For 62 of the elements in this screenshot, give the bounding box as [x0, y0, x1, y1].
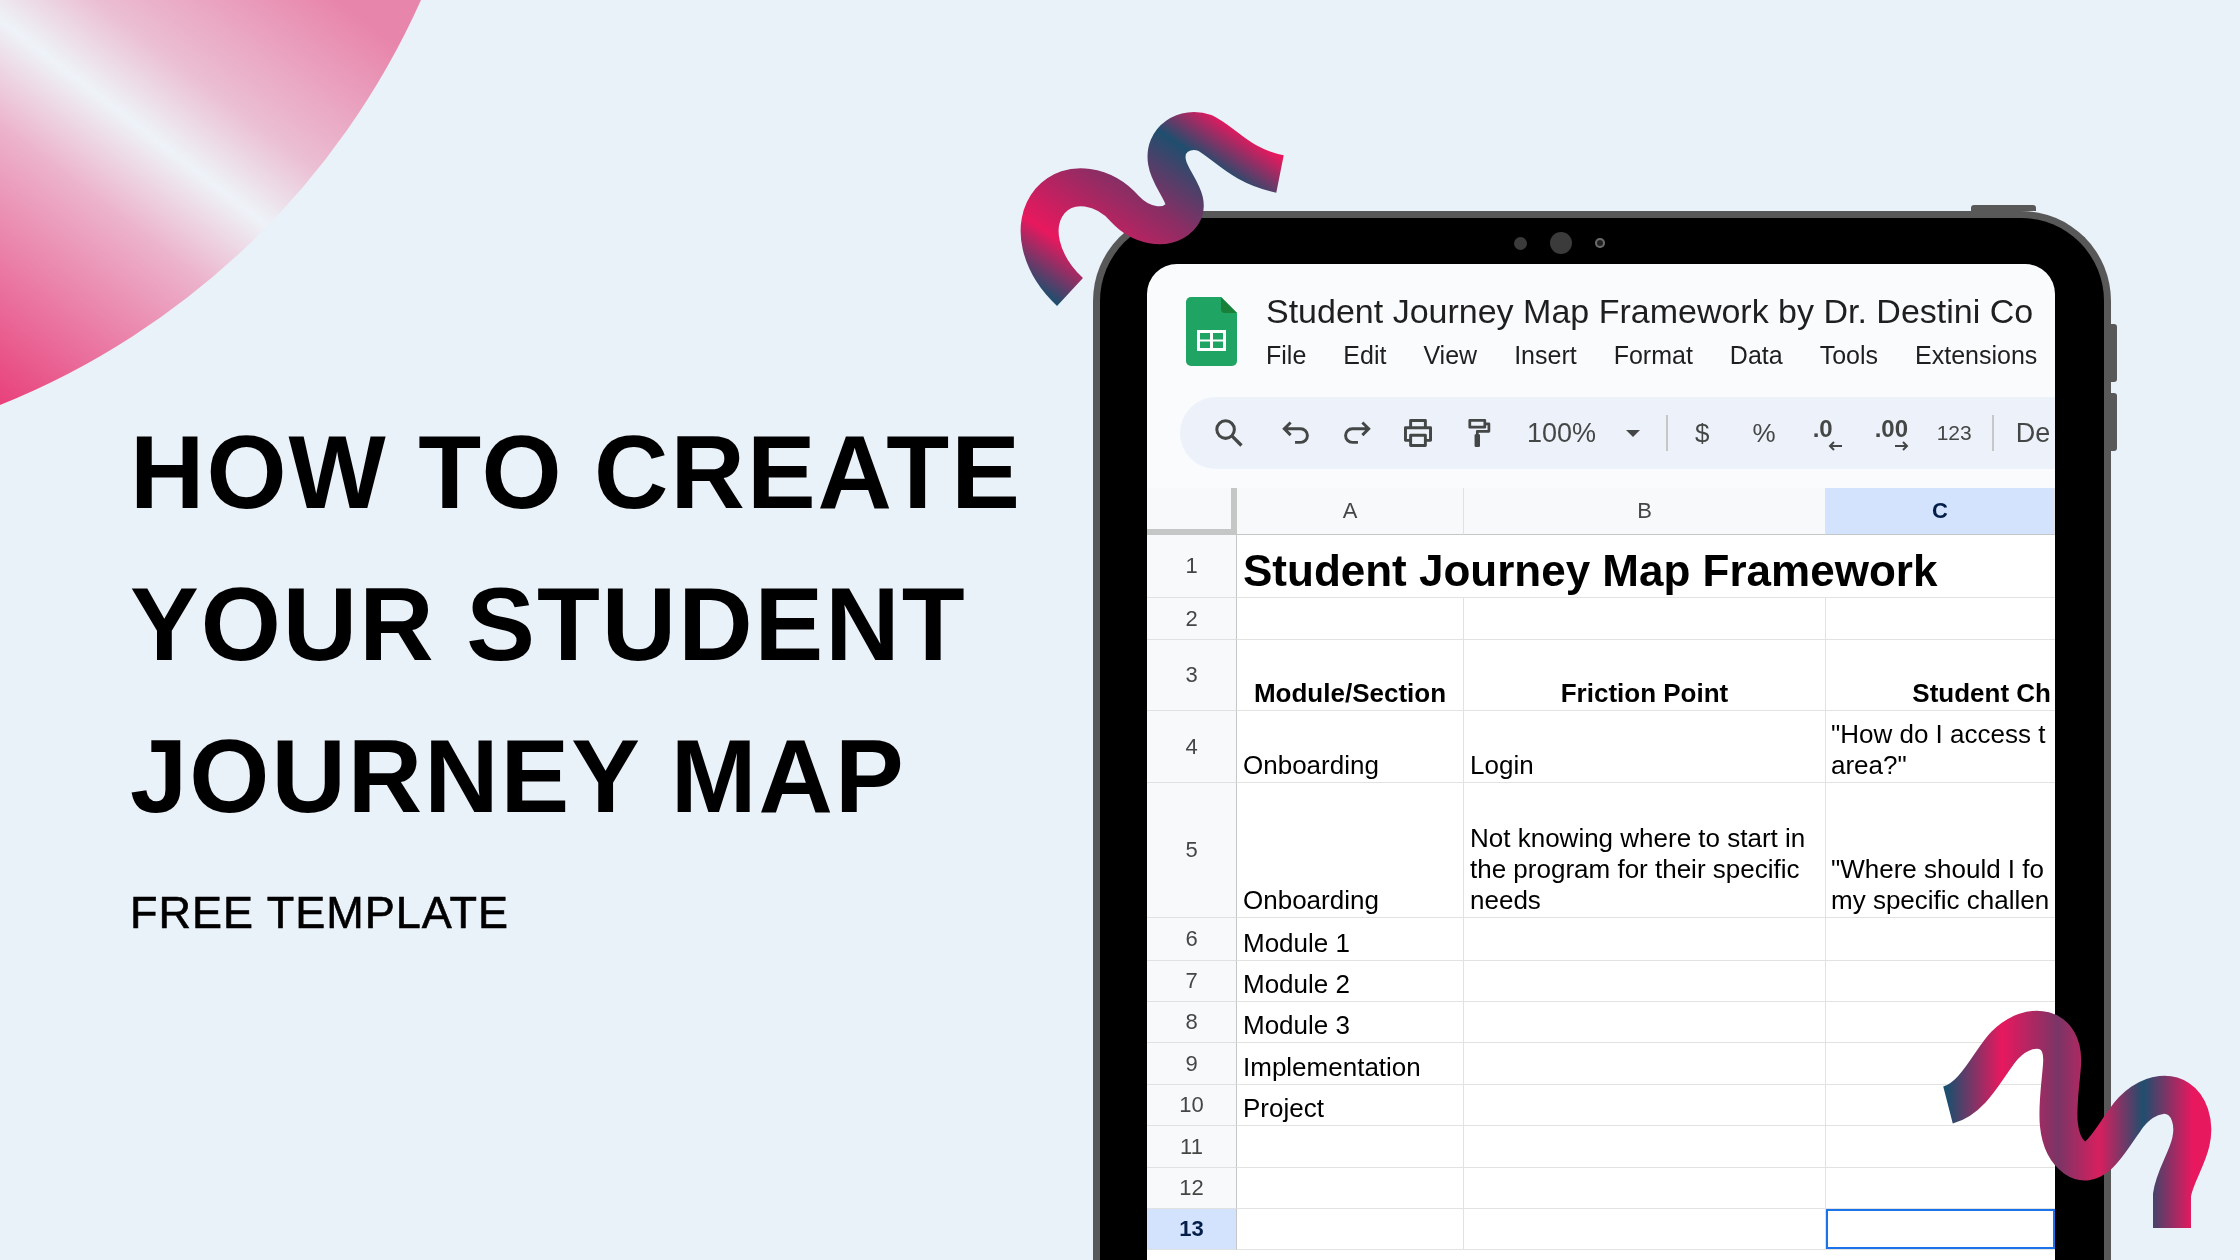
row-header[interactable]: 2	[1147, 598, 1237, 640]
table-cell: Student Journey Map Framework	[1237, 535, 2055, 598]
table-cell: Onboarding	[1237, 711, 1464, 783]
number-format-button[interactable]: 123	[1936, 418, 1972, 448]
row-header[interactable]: 11	[1147, 1126, 1237, 1168]
headline: HOW TO CREATE YOUR STUDENT JOURNEY MAP	[130, 414, 1023, 836]
decimal-decrease-button[interactable]: .0	[1812, 413, 1843, 453]
menu-item[interactable]: Format	[1613, 340, 1693, 370]
row-header[interactable]: 4	[1147, 711, 1237, 783]
menu-item[interactable]: Extensions	[1915, 340, 2038, 370]
format-button[interactable]: $	[1695, 418, 1710, 448]
row-header[interactable]: 7	[1147, 961, 1237, 1002]
table-cell: Implementation	[1237, 1043, 1464, 1085]
menu-item[interactable]: File	[1266, 340, 1307, 370]
menu-item[interactable]: Insert	[1514, 340, 1577, 370]
decimal-increase-button[interactable]: .00	[1874, 413, 1911, 453]
row-header[interactable]: 10	[1147, 1085, 1237, 1126]
row-header[interactable]: 13	[1147, 1209, 1237, 1250]
row-header[interactable]: 8	[1147, 1002, 1237, 1043]
document-title: Student Journey Map Framework by Dr. Destini Co	[1266, 291, 2035, 331]
table-cell: Not knowing where to start in the program for their specific needs	[1464, 783, 1826, 918]
left-arrow-icon	[1827, 441, 1843, 451]
row-header[interactable]: 9	[1147, 1043, 1237, 1085]
print-icon[interactable]	[1404, 419, 1432, 447]
paint-roller-icon[interactable]	[1467, 419, 1491, 447]
menu-item[interactable]: Data	[1729, 340, 1783, 370]
table-cell: Module 1	[1237, 918, 1464, 961]
column-header[interactable]: A	[1237, 488, 1464, 535]
header-cell: Module/Section	[1237, 640, 1464, 711]
row-header[interactable]: 5	[1147, 783, 1237, 918]
header-cell: Friction Point	[1464, 640, 1826, 711]
undo-icon[interactable]	[1282, 421, 1310, 445]
row-header[interactable]: 1	[1147, 535, 1237, 598]
table-cell: "How do I access t area?"	[1826, 711, 2055, 783]
camera-lens-icon	[1595, 238, 1605, 248]
table-cell: Module 3	[1237, 1002, 1464, 1043]
row-header[interactable]: 3	[1147, 640, 1237, 711]
search-icon[interactable]	[1215, 419, 1243, 447]
table-cell: Login	[1464, 711, 1826, 783]
header-cell: Student Ch	[1826, 640, 2055, 711]
menu-item[interactable]: Edit	[1343, 340, 1387, 370]
table-cell: Onboarding	[1237, 783, 1464, 918]
menu-item[interactable]: View	[1423, 340, 1478, 370]
zoom-dropdown[interactable]: 100%	[1527, 417, 1641, 449]
menu-item[interactable]: Tools	[1819, 340, 1879, 370]
sensor-icon	[1514, 236, 1527, 250]
redo-icon[interactable]	[1343, 421, 1371, 445]
spreadsheet-icon	[1186, 297, 1237, 366]
subtitle: FREE TEMPLATE	[130, 886, 510, 940]
camera-icon	[1550, 232, 1572, 254]
column-header[interactable]: B	[1464, 488, 1826, 535]
row-header[interactable]: 12	[1147, 1168, 1237, 1209]
row-header[interactable]: 6	[1147, 918, 1237, 961]
table-cell: Project	[1237, 1085, 1464, 1126]
format-button[interactable]: %	[1752, 418, 1776, 448]
table-cell: "Where should I fo my specific challen	[1826, 783, 2055, 918]
table-cell: Module 2	[1237, 961, 1464, 1002]
active-cell[interactable]	[1826, 1209, 2055, 1250]
font-dropdown[interactable]: De	[2015, 417, 2051, 449]
column-header[interactable]: C	[1826, 488, 2055, 535]
right-arrow-icon	[1893, 441, 1909, 451]
caret-icon	[1626, 429, 1641, 437]
